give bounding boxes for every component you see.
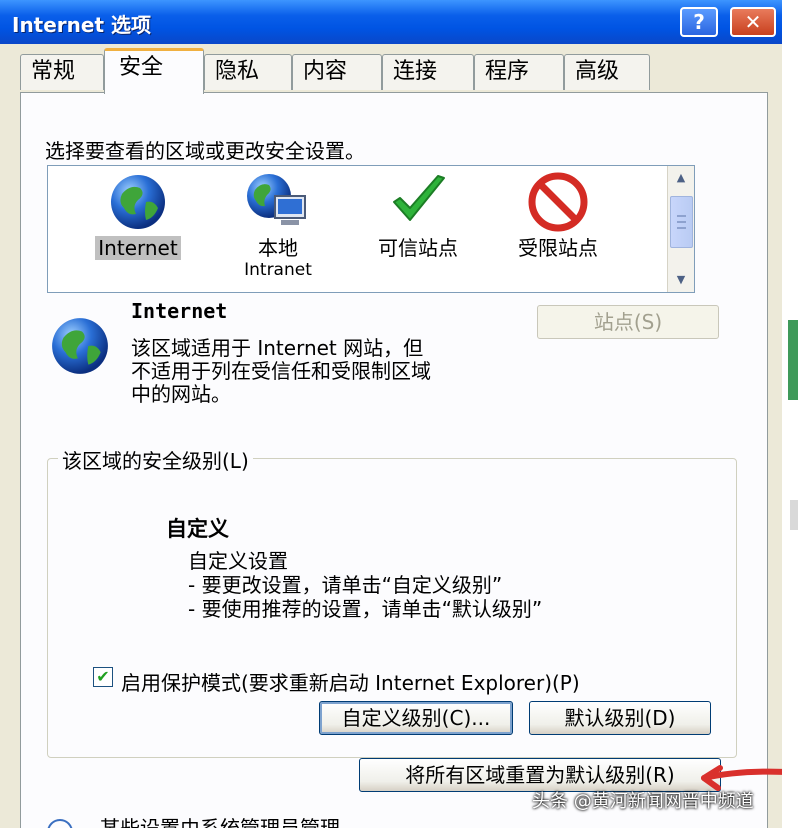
default-level-button[interactable]: 默认级别(D) [529,701,711,735]
selected-zone-description-line-2: 不适用于列在受信任和受限制区域 [131,359,431,383]
tab-strip: 常规 安全 隐私 内容 连接 程序 高级 [0,44,782,94]
zone-trusted-sites[interactable]: 可信站点 [348,172,488,260]
selected-zone-description-line-1: 该区域适用于 Internet 网站，但 [131,336,424,360]
tab-content[interactable]: 内容 [292,54,382,90]
local-intranet-icon [247,174,306,225]
tab-general[interactable]: 常规 [20,54,104,90]
close-button[interactable]: ✕ [730,7,776,37]
selected-zone-name: Internet [131,299,228,323]
protected-mode-label: 启用保护模式(要求重新启动 Internet Explorer)(P) [121,671,580,695]
zone-label-internet: Internet [95,236,181,260]
sites-button[interactable]: 站点(S) [537,305,719,339]
tab-programs[interactable]: 程序 [474,54,564,90]
globe-icon [111,175,165,229]
protected-mode-checkbox[interactable]: ✔ [93,667,113,687]
scroll-down-arrow-icon[interactable]: ▼ [668,268,694,292]
security-level-hint-2: - 要使用推荐的设置，请单击“默认级别” [188,597,543,621]
watermark-text: 头条 @黄河新闻网晋中频道 [532,791,754,812]
security-tab-panel: 选择要查看的区域或更改安全设置。 Internet 本地 Intranet 可信… [20,92,768,828]
tab-connections[interactable]: 连接 [382,54,474,90]
admin-managed-note: 某些设置由系统管理员管理。 [100,816,360,828]
restricted-icon [528,172,588,232]
tab-privacy[interactable]: 隐私 [204,54,292,90]
scroll-thumb[interactable] [670,196,693,248]
security-level-group-title: 该区域的安全级别(L) [58,445,253,474]
zone-label-local: 本地 [258,236,298,260]
zone-label-trusted: 可信站点 [378,236,458,260]
admin-info-icon [47,819,73,828]
selected-zone-description-line-3: 中的网站。 [131,382,231,406]
tab-advanced[interactable]: 高级 [564,54,650,90]
security-level-name: 自定义 [166,517,229,541]
zone-list-scrollbar[interactable]: ▲ ▼ [667,166,694,292]
selected-zone-globe-icon [52,318,108,374]
zone-label-restricted: 受限站点 [518,236,598,260]
zone-restricted-sites[interactable]: 受限站点 [488,172,628,260]
zone-sublabel-intranet: Intranet [244,260,312,280]
zone-list[interactable]: Internet 本地 Intranet 可信站点 受限站点 ▲ ▼ [47,165,695,293]
title-bar[interactable]: Internet 选项 ? ✕ [0,0,782,44]
internet-options-dialog: Internet 选项 ? ✕ 常规 安全 隐私 内容 连接 程序 高级 选择要… [0,0,784,828]
zone-instruction: 选择要查看的区域或更改安全设置。 [45,139,365,163]
tab-security[interactable]: 安全 [104,48,204,94]
zone-local-intranet[interactable]: 本地 Intranet [208,172,348,280]
window-title: Internet 选项 [12,13,151,37]
zone-internet[interactable]: Internet [68,172,208,260]
green-check-icon [393,175,445,221]
scroll-up-arrow-icon[interactable]: ▲ [668,166,694,190]
custom-level-button[interactable]: 自定义级别(C)... [319,701,513,735]
help-button[interactable]: ? [680,7,718,37]
page-edge-strip [782,0,798,828]
